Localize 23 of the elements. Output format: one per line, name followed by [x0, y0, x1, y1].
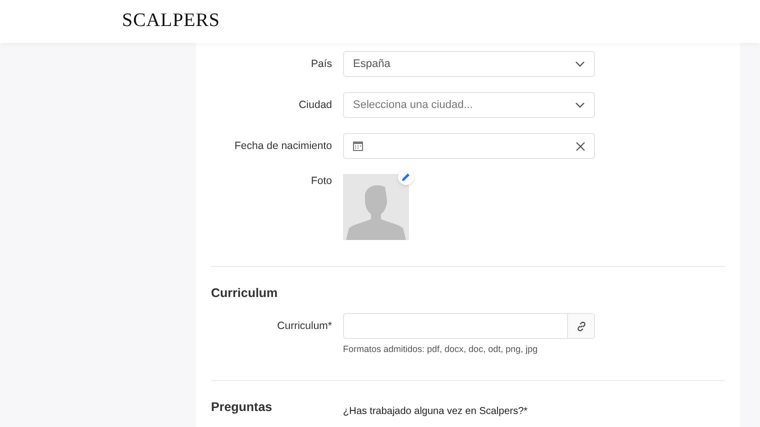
file-field[interactable]: [343, 313, 595, 339]
select-field[interactable]: España: [343, 51, 595, 77]
select-field[interactable]: Selecciona una ciudad...: [343, 92, 595, 118]
field-label: Ciudad: [298, 98, 332, 113]
field-label: País: [310, 57, 332, 72]
avatar-placeholder: [343, 174, 409, 240]
edit-button[interactable]: [398, 169, 414, 185]
chevron-down-icon: [575, 102, 585, 108]
section-title: Curriculum: [211, 285, 278, 301]
link-icon: [576, 320, 586, 332]
close-icon[interactable]: [576, 142, 585, 150]
pencil-icon: [402, 173, 410, 181]
section-title: Preguntas: [211, 398, 272, 414]
link-button[interactable]: [567, 314, 594, 338]
calendar-icon: [353, 141, 363, 151]
question-label: ¿Has trabajado alguna vez en Scalpers?*: [343, 406, 529, 418]
field-label: Curriculum*: [277, 319, 332, 334]
field-label: Foto: [310, 174, 332, 189]
chevron-down-icon: [575, 61, 585, 67]
logo[interactable]: SCALPERS: [122, 7, 220, 36]
date-field[interactable]: [343, 133, 595, 159]
field-label: Fecha de nacimiento: [234, 139, 332, 154]
hint-text: Formatos admitidos: pdf, docx, doc, odt, png, jpg: [343, 343, 539, 356]
